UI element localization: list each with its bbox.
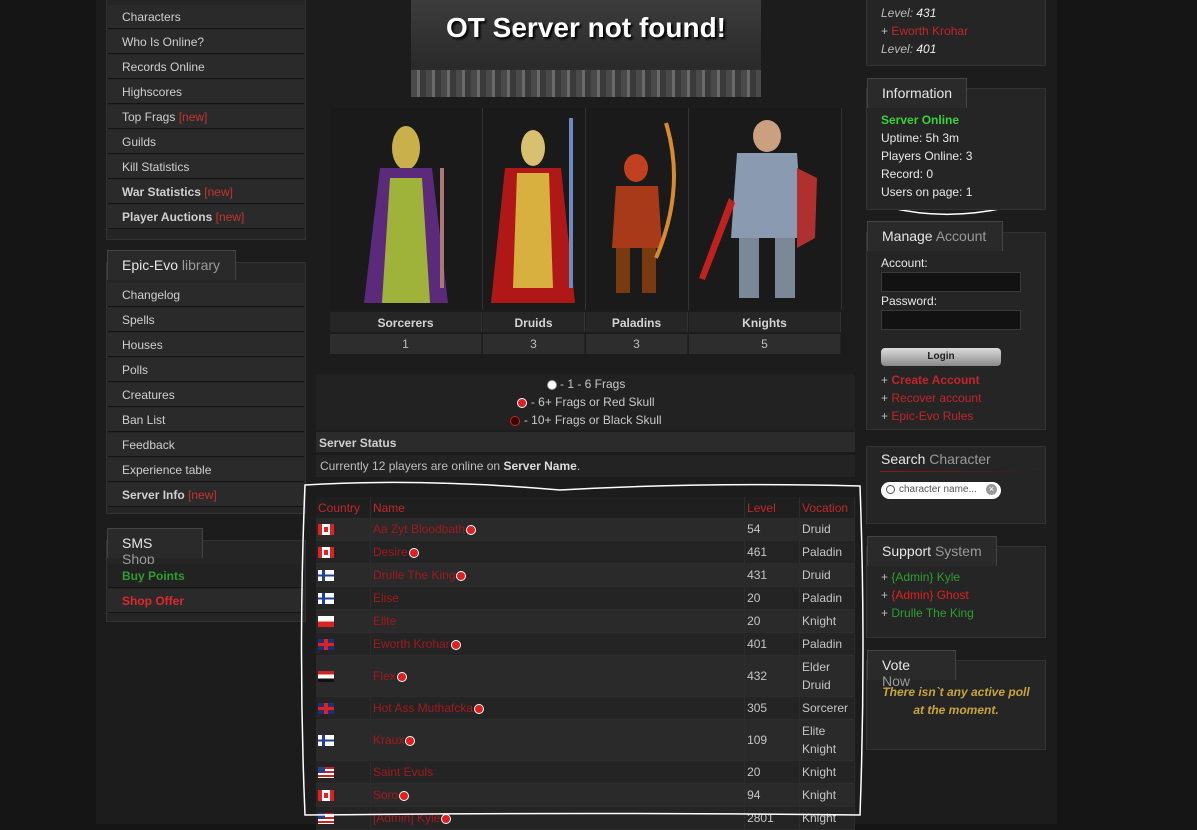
manage-account-title: Manage Account [867, 221, 1003, 251]
player-line-2[interactable]: + Eworth Krohar [881, 24, 968, 38]
create-account-link[interactable]: + Create Account [881, 373, 980, 387]
support-member-3[interactable]: + Drulle The King [881, 606, 974, 620]
information-title: Information [867, 78, 967, 108]
search-character-input[interactable]: character name... × [881, 482, 1001, 499]
clear-icon[interactable]: × [986, 484, 997, 495]
account-input[interactable] [881, 272, 1021, 292]
server-online-status: Server Online [881, 113, 960, 127]
login-button[interactable]: Login [881, 348, 1001, 366]
account-label: Account: [881, 256, 928, 270]
search-title-underline [880, 471, 1040, 472]
support-member-1[interactable]: + {Admin} Kyle [881, 570, 960, 584]
search-character-title: Search Character [881, 451, 991, 467]
support-system-title: Support System [867, 536, 997, 566]
vote-message: There isn`t any active poll at the momen… [882, 685, 1030, 717]
rules-link[interactable]: + Epic-Evo Rules [881, 409, 973, 423]
users-on-page-text: Users on page: 1 [881, 185, 973, 199]
recover-account-link[interactable]: + Recover account [881, 391, 981, 405]
vote-now-title: Vote Now [867, 650, 956, 689]
level-line-2: Level: 401 [881, 42, 937, 56]
uptime-text: Uptime: 5h 3m [881, 131, 960, 145]
level-line-1: Level: 431 [881, 6, 937, 20]
record-text: Record: 0 [881, 167, 934, 181]
search-icon [886, 485, 895, 494]
password-label: Password: [881, 294, 938, 308]
players-online-text: Players Online: 3 [881, 149, 973, 163]
support-member-2[interactable]: + {Admin} Ghost [881, 588, 969, 602]
password-input[interactable] [881, 310, 1021, 330]
